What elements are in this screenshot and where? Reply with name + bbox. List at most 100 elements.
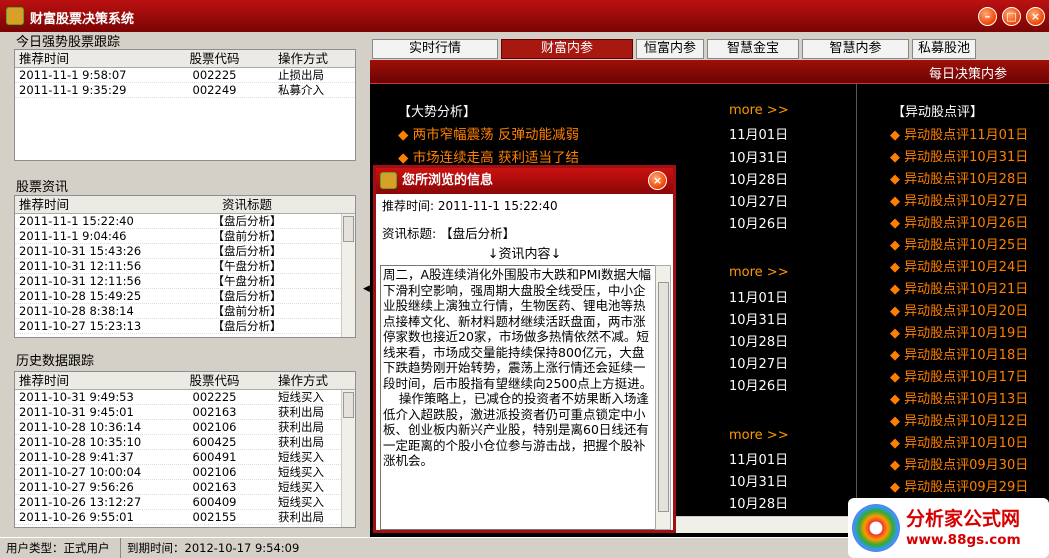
col-header[interactable]: 操作方式 bbox=[262, 372, 352, 389]
table-cell: 2011-10-28 15:49:25 bbox=[19, 289, 142, 303]
main-hscrollbar[interactable] bbox=[676, 516, 856, 533]
col-header[interactable]: 资讯标题 bbox=[153, 196, 341, 213]
yidong-link[interactable]: ◆ 异动股点评10月25日 bbox=[890, 234, 1028, 253]
table-row[interactable]: 2011-10-27 9:56:26 002163 短线买入 bbox=[15, 480, 355, 495]
tab-zhihui-jinbao[interactable]: 智慧金宝 bbox=[707, 39, 799, 59]
yidong-link[interactable]: ◆ 异动股点评10月28日 bbox=[890, 168, 1028, 187]
col-header[interactable]: 推荐时间 bbox=[15, 50, 167, 67]
col-header[interactable]: 推荐时间 bbox=[15, 372, 167, 389]
watermark-name: 分析家公式网 bbox=[906, 508, 1021, 530]
table-row[interactable]: 2011-11-1 9:04:46 【盘前分析】 bbox=[15, 229, 355, 244]
yidong-link[interactable]: ◆ 异动股点评09月29日 bbox=[890, 476, 1028, 495]
tab-zhihui-neican[interactable]: 智慧内参 bbox=[802, 39, 909, 59]
yidong-link[interactable]: ◆ 异动股点评11月01日 bbox=[890, 124, 1028, 143]
content-label: ↓资讯内容↓ bbox=[487, 247, 562, 262]
table-cell: 2011-10-28 9:41:37 bbox=[19, 450, 134, 464]
close-button[interactable]: × bbox=[1026, 7, 1045, 26]
table-row[interactable]: 2011-10-28 10:36:14 002106 获利出局 bbox=[15, 420, 355, 435]
col-header[interactable]: 股票代码 bbox=[167, 50, 262, 67]
table-row[interactable]: 2011-10-27 10:00:04 002106 短线买入 bbox=[15, 465, 355, 480]
table-row[interactable]: 2011-10-26 13:12:27 600409 短线买入 bbox=[15, 495, 355, 510]
yidong-link[interactable]: ◆ 异动股点评10月17日 bbox=[890, 366, 1028, 385]
table-row[interactable]: 2011-10-28 9:41:37 600491 短线买入 bbox=[15, 450, 355, 465]
yidong-link[interactable]: ◆ 异动股点评10月26日 bbox=[890, 212, 1028, 231]
col-header[interactable]: 推荐时间 bbox=[15, 196, 153, 213]
tab-bar: 实时行情 财富内参 恒富内参 智慧金宝 智慧内参 私募股池 bbox=[370, 36, 1049, 60]
col-header[interactable]: 操作方式 bbox=[262, 50, 352, 67]
table-row[interactable]: 2011-10-26 9:55:01 002155 获利出局 bbox=[15, 510, 355, 525]
more-link[interactable]: more >> bbox=[729, 103, 789, 118]
collapse-arrow-icon[interactable]: ◀ bbox=[363, 284, 370, 294]
maximize-button[interactable]: □ bbox=[1002, 7, 1021, 26]
yidong-link[interactable]: ◆ 异动股点评10月21日 bbox=[890, 278, 1028, 297]
table-row[interactable]: 2011-11-1 9:58:07 002225 止损出局 bbox=[15, 68, 355, 83]
grid-header: 推荐时间 股票代码 操作方式 bbox=[15, 372, 355, 390]
yidong-link[interactable]: ◆ 异动股点评10月10日 bbox=[890, 432, 1028, 451]
table-cell: 【盘后分析】 bbox=[212, 319, 282, 333]
table-cell: 002106 bbox=[192, 420, 237, 434]
tab-realtime[interactable]: 实时行情 bbox=[372, 39, 498, 59]
news-scrollbar[interactable] bbox=[341, 214, 355, 337]
news-link[interactable]: ◆ 两市窄幅震荡 反弹动能减弱 bbox=[398, 123, 579, 143]
date-item: 10月31日 bbox=[729, 313, 789, 328]
yidong-link[interactable]: ◆ 异动股点评09月30日 bbox=[890, 454, 1028, 473]
more-link[interactable]: more >> bbox=[729, 428, 789, 443]
table-cell: 002225 bbox=[192, 68, 237, 82]
table-cell: 获利出局 bbox=[278, 510, 324, 524]
yidong-link[interactable]: ◆ 异动股点评10月27日 bbox=[890, 190, 1028, 209]
minimize-button[interactable]: – bbox=[978, 7, 997, 26]
yidong-link[interactable]: ◆ 异动股点评10月19日 bbox=[890, 322, 1028, 341]
table-cell: 2011-10-26 13:12:27 bbox=[19, 495, 142, 509]
table-row[interactable]: 2011-10-27 15:23:13 【盘后分析】 bbox=[15, 319, 355, 334]
user-type: 用户类型：正式用户 bbox=[6, 541, 110, 555]
yidong-link[interactable]: ◆ 异动股点评10月13日 bbox=[890, 388, 1028, 407]
table-cell: 2011-11-1 15:22:40 bbox=[19, 214, 134, 228]
table-cell: 止损出局 bbox=[278, 68, 324, 82]
table-cell: 获利出局 bbox=[278, 420, 324, 434]
date-item: 10月27日 bbox=[729, 195, 789, 210]
table-cell: 002163 bbox=[192, 480, 237, 494]
table-cell: 【盘前分析】 bbox=[212, 304, 282, 318]
table-cell: 2011-10-27 10:00:04 bbox=[19, 465, 142, 479]
date-item: 10月31日 bbox=[729, 475, 789, 490]
dialog-content[interactable]: 周二，A股连续消化外围股市大跌和PMI数据大幅下滑利空影响，强周期大盘股全线受压… bbox=[380, 265, 656, 530]
dialog-close-button[interactable]: × bbox=[648, 171, 667, 190]
yidong-link[interactable]: ◆ 异动股点评10月18日 bbox=[890, 344, 1028, 363]
dialog-scrollbar[interactable] bbox=[655, 265, 671, 530]
date-item: 11月01日 bbox=[729, 291, 789, 306]
yidong-link[interactable]: ◆ 异动股点评10月20日 bbox=[890, 300, 1028, 319]
table-row[interactable]: 2011-10-28 8:38:14 【盘前分析】 bbox=[15, 304, 355, 319]
yidong-link[interactable]: ◆ 异动股点评10月12日 bbox=[890, 410, 1028, 429]
info-dialog: 您所浏览的信息 × 推荐时间: 2011-11-1 15:22:40 资讯标题:… bbox=[373, 165, 676, 533]
table-row[interactable]: 2011-10-28 10:35:10 600425 获利出局 bbox=[15, 435, 355, 450]
history-grid: 推荐时间 股票代码 操作方式 2011-10-31 9:49:53 002225 短… bbox=[14, 371, 356, 528]
tab-caifu[interactable]: 财富内参 bbox=[501, 39, 633, 59]
table-row[interactable]: 2011-10-31 9:49:53 002225 短线买入 bbox=[15, 390, 355, 405]
banner-title: 每日决策内参 bbox=[928, 67, 1007, 82]
table-row[interactable]: 2011-11-1 15:22:40 【盘后分析】 bbox=[15, 214, 355, 229]
table-row[interactable]: 2011-10-31 9:45:01 002163 获利出局 bbox=[15, 405, 355, 420]
tab-simu[interactable]: 私募股池 bbox=[912, 39, 976, 59]
table-row[interactable]: 2011-10-31 12:11:56 【午盘分析】 bbox=[15, 274, 355, 289]
news-link[interactable]: ◆ 市场连续走高 获利适当了结 bbox=[398, 146, 579, 166]
table-cell: 002225 bbox=[192, 390, 237, 404]
table-cell: 2011-10-28 10:35:10 bbox=[19, 435, 142, 449]
table-cell: 【盘后分析】 bbox=[212, 244, 282, 258]
col-header[interactable]: 股票代码 bbox=[167, 372, 262, 389]
panel-splitter[interactable]: ◀ bbox=[362, 32, 370, 537]
history-scrollbar[interactable] bbox=[341, 390, 355, 527]
yidong-link[interactable]: ◆ 异动股点评10月24日 bbox=[890, 256, 1028, 275]
tab-hengfu[interactable]: 恒富内参 bbox=[636, 39, 704, 59]
table-cell: 【盘后分析】 bbox=[212, 289, 282, 303]
table-cell: 【盘前分析】 bbox=[212, 229, 282, 243]
title-bar: 财富股票决策系统 – □ × bbox=[0, 0, 1049, 32]
table-cell: 短线买入 bbox=[278, 465, 324, 479]
table-row[interactable]: 2011-11-1 9:35:29 002249 私募介入 bbox=[15, 83, 355, 98]
yidong-link[interactable]: ◆ 异动股点评10月31日 bbox=[890, 146, 1028, 165]
table-row[interactable]: 2011-10-31 12:11:56 【午盘分析】 bbox=[15, 259, 355, 274]
table-row[interactable]: 2011-10-28 15:49:25 【盘后分析】 bbox=[15, 289, 355, 304]
more-link[interactable]: more >> bbox=[729, 265, 789, 280]
dialog-titlebar[interactable]: 您所浏览的信息 × bbox=[376, 168, 673, 194]
date-item: 10月26日 bbox=[729, 379, 789, 394]
table-row[interactable]: 2011-10-31 15:43:26 【盘后分析】 bbox=[15, 244, 355, 259]
